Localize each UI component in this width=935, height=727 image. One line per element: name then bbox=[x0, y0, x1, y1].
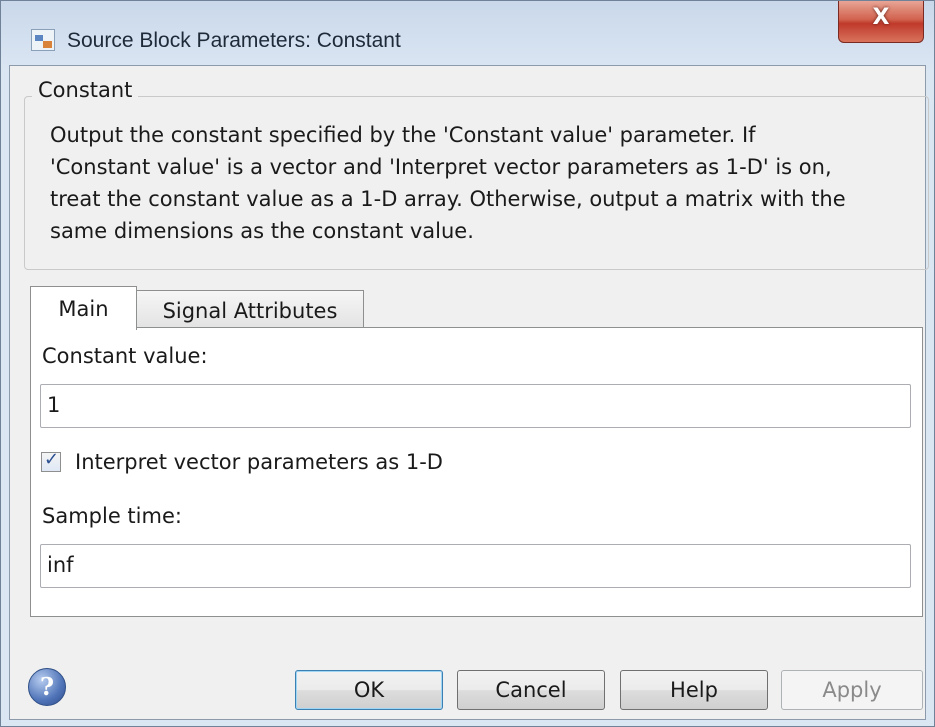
window-title: Source Block Parameters: Constant bbox=[67, 29, 401, 52]
tab-signal-attributes[interactable]: Signal Attributes bbox=[136, 290, 364, 328]
close-button[interactable]: X bbox=[838, 1, 924, 43]
question-mark-icon[interactable]: ? bbox=[28, 668, 66, 706]
title-bar: Source Block Parameters: Constant X bbox=[1, 1, 934, 75]
checkmark-icon: ✓ bbox=[44, 449, 60, 470]
simulink-block-icon bbox=[31, 29, 55, 51]
close-icon: X bbox=[872, 5, 890, 30]
description-line: Output the constant specified by the 'Co… bbox=[50, 123, 756, 147]
sample-time-field[interactable]: inf bbox=[40, 544, 911, 588]
tab-main[interactable]: Main bbox=[30, 286, 137, 330]
interpret-vector-label[interactable]: Interpret vector parameters as 1-D bbox=[75, 450, 443, 474]
description-line: 'Constant value' is a vector and 'Interp… bbox=[50, 155, 832, 179]
cancel-button[interactable]: Cancel bbox=[457, 670, 605, 710]
apply-button[interactable]: Apply bbox=[781, 670, 923, 710]
constant-value-field[interactable]: 1 bbox=[40, 384, 911, 428]
ok-button[interactable]: OK bbox=[295, 670, 443, 710]
description-line: same dimensions as the constant value. bbox=[50, 219, 474, 243]
sample-time-label: Sample time: bbox=[42, 504, 182, 528]
constant-value-label: Constant value: bbox=[42, 344, 208, 368]
interpret-vector-checkbox[interactable]: ✓ bbox=[41, 449, 61, 472]
group-legend: Constant bbox=[32, 78, 139, 102]
block-description: Output the constant specified by the 'Co… bbox=[50, 119, 920, 247]
help-button[interactable]: Help bbox=[620, 670, 768, 710]
description-line: treat the constant value as a 1-D array.… bbox=[50, 187, 846, 211]
